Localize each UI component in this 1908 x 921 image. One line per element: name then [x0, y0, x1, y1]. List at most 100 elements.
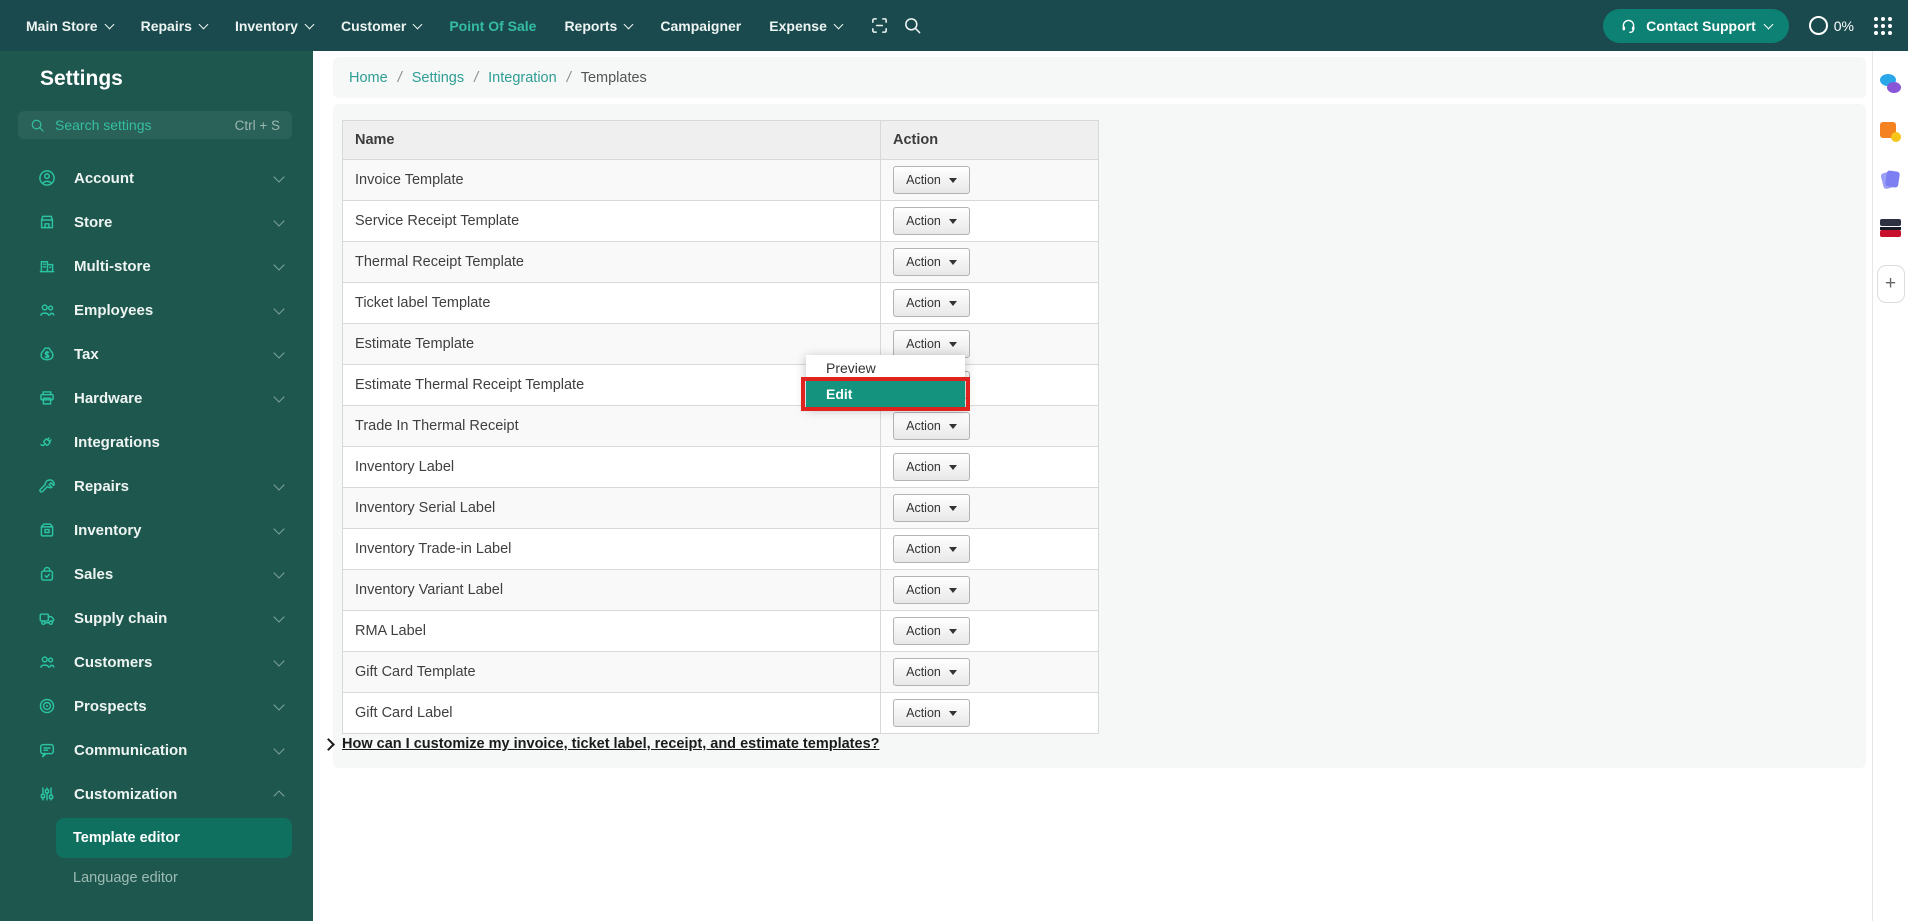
chevron-down-icon — [412, 19, 423, 29]
search-shortcut: Ctrl + S — [234, 117, 280, 133]
apps-grid-icon[interactable] — [1874, 16, 1892, 35]
sidebar-item-tax[interactable]: Tax — [0, 332, 313, 376]
nav-item-repairs[interactable]: Repairs — [127, 0, 221, 51]
add-icon[interactable]: + — [1876, 265, 1905, 303]
sidebar-item-customers[interactable]: Customers — [0, 640, 313, 684]
nav-item-campaigner[interactable]: Campaigner — [646, 0, 755, 51]
action-button-label: Action — [906, 665, 941, 679]
action-button-label: Action — [906, 460, 941, 474]
table-row: Gift Card Label Action — [342, 692, 1099, 734]
action-cell: Action — [880, 446, 1099, 488]
settings-search-input[interactable] — [53, 116, 227, 134]
notes-app-icon[interactable] — [1879, 169, 1902, 191]
action-dropdown-button[interactable]: Action — [893, 412, 970, 440]
action-dropdown-button[interactable]: Action — [893, 576, 970, 604]
sidebar-item-sales[interactable]: Sales — [0, 552, 313, 596]
sidebar-item-hardware[interactable]: Hardware — [0, 376, 313, 420]
action-button-label: Action — [906, 337, 941, 351]
caret-down-icon — [948, 710, 957, 716]
column-header-name: Name — [342, 120, 881, 160]
sidebar-item-communication[interactable]: Communication — [0, 728, 313, 772]
action-dropdown-button[interactable]: Action — [893, 330, 970, 358]
sidebar-item-account[interactable]: Account — [0, 156, 313, 200]
chat-app-icon[interactable] — [1879, 73, 1902, 95]
sidebar-item-integrations[interactable]: Integrations — [0, 420, 313, 464]
nav-item-label: Inventory — [234, 17, 298, 34]
sidebar-item-prospects[interactable]: Prospects — [0, 684, 313, 728]
nav-item-inventory[interactable]: Inventory — [221, 0, 327, 51]
template-name-cell: Inventory Variant Label — [342, 569, 881, 611]
chevron-down-icon — [273, 302, 285, 315]
nav-item-main-store[interactable]: Main Store — [12, 0, 127, 51]
action-button-label: Action — [906, 419, 941, 433]
action-dropdown-button[interactable]: Action — [893, 248, 970, 276]
prospects-icon — [38, 697, 56, 715]
template-name-cell: RMA Label — [342, 610, 881, 652]
template-name-cell: Inventory Trade-in Label — [342, 528, 881, 570]
action-dropdown-button[interactable]: Action — [893, 535, 970, 563]
nav-item-point-of-sale[interactable]: Point Of Sale — [435, 0, 550, 51]
sidebar-item-customization[interactable]: Customization — [0, 772, 313, 816]
breadcrumb-separator: / — [474, 69, 479, 86]
template-name-cell: Gift Card Template — [342, 651, 881, 693]
search-icon[interactable] — [903, 16, 922, 35]
caret-down-icon — [948, 546, 957, 552]
action-cell: Action — [880, 610, 1099, 652]
breadcrumb-integration[interactable]: Integration — [488, 70, 557, 86]
action-button-label: Action — [906, 296, 941, 310]
action-dropdown-button[interactable]: Action — [893, 617, 970, 645]
contact-support-button[interactable]: Contact Support — [1603, 8, 1789, 43]
caret-down-icon — [948, 177, 957, 183]
action-dropdown-button[interactable]: Action — [893, 658, 970, 686]
action-dropdown-button[interactable]: Action — [893, 494, 970, 522]
sidebar-item-store[interactable]: Store — [0, 200, 313, 244]
action-cell: Action — [880, 200, 1099, 242]
inventory-icon — [38, 521, 56, 539]
shapes-app-icon[interactable] — [1879, 121, 1902, 143]
table-row: Thermal Receipt Template Action — [342, 241, 1099, 283]
action-dropdown-button[interactable]: Action — [893, 453, 970, 481]
sidebar-subitem-template-editor[interactable]: Template editor — [56, 818, 292, 858]
breadcrumb-settings[interactable]: Settings — [412, 70, 464, 86]
table-row: Inventory Trade-in Label Action — [342, 528, 1099, 570]
sidebar-item-inventory[interactable]: Inventory — [0, 508, 313, 552]
caret-down-icon — [948, 300, 957, 306]
sales-icon — [38, 565, 56, 583]
nav-item-customer[interactable]: Customer — [327, 0, 435, 51]
nav-item-reports[interactable]: Reports — [550, 0, 646, 51]
chevron-down-icon — [833, 19, 844, 29]
chevron-down-icon — [273, 170, 285, 183]
customize-templates-help-link[interactable]: How can I customize my invoice, ticket l… — [342, 736, 879, 752]
caret-down-icon — [948, 669, 957, 675]
action-button-label: Action — [906, 583, 941, 597]
action-dropdown-button[interactable]: Action — [893, 166, 970, 194]
sidebar-item-label: Employees — [74, 301, 154, 319]
sidebar-subitem-language-editor[interactable]: Language editor — [0, 858, 313, 898]
action-dropdown-button[interactable]: Action — [893, 289, 970, 317]
breadcrumb: Home / Settings / Integration / Templates — [333, 57, 1866, 98]
sidebar-item-employees[interactable]: Employees — [0, 288, 313, 332]
sidebar-item-repairs[interactable]: Repairs — [0, 464, 313, 508]
communication-icon — [38, 741, 56, 759]
breadcrumb-separator: / — [397, 69, 402, 86]
nav-item-expense[interactable]: Expense — [755, 0, 856, 51]
caret-down-icon — [948, 464, 957, 470]
template-name-cell: Trade In Thermal Receipt — [342, 405, 881, 447]
action-dropdown-button[interactable]: Action — [893, 207, 970, 235]
sidebar-item-supply-chain[interactable]: Supply chain — [0, 596, 313, 640]
breadcrumb-home[interactable]: Home — [349, 70, 388, 86]
tax-icon — [38, 345, 56, 363]
table-row: Inventory Label Action — [342, 446, 1099, 488]
supplychain-icon — [38, 609, 56, 627]
menu-item-edit[interactable]: Edit — [806, 381, 965, 408]
column-header-action: Action — [880, 120, 1099, 160]
action-dropdown-button[interactable]: Action — [893, 699, 970, 727]
template-name-cell: Gift Card Label — [342, 692, 881, 734]
flag-app-icon[interactable] — [1879, 217, 1902, 239]
caret-down-icon — [948, 587, 957, 593]
menu-item-preview[interactable]: Preview — [806, 355, 965, 381]
chevron-down-icon — [273, 258, 285, 271]
scan-icon[interactable] — [870, 16, 889, 35]
settings-search-box[interactable]: Ctrl + S — [18, 111, 292, 139]
sidebar-item-multi-store[interactable]: Multi-store — [0, 244, 313, 288]
